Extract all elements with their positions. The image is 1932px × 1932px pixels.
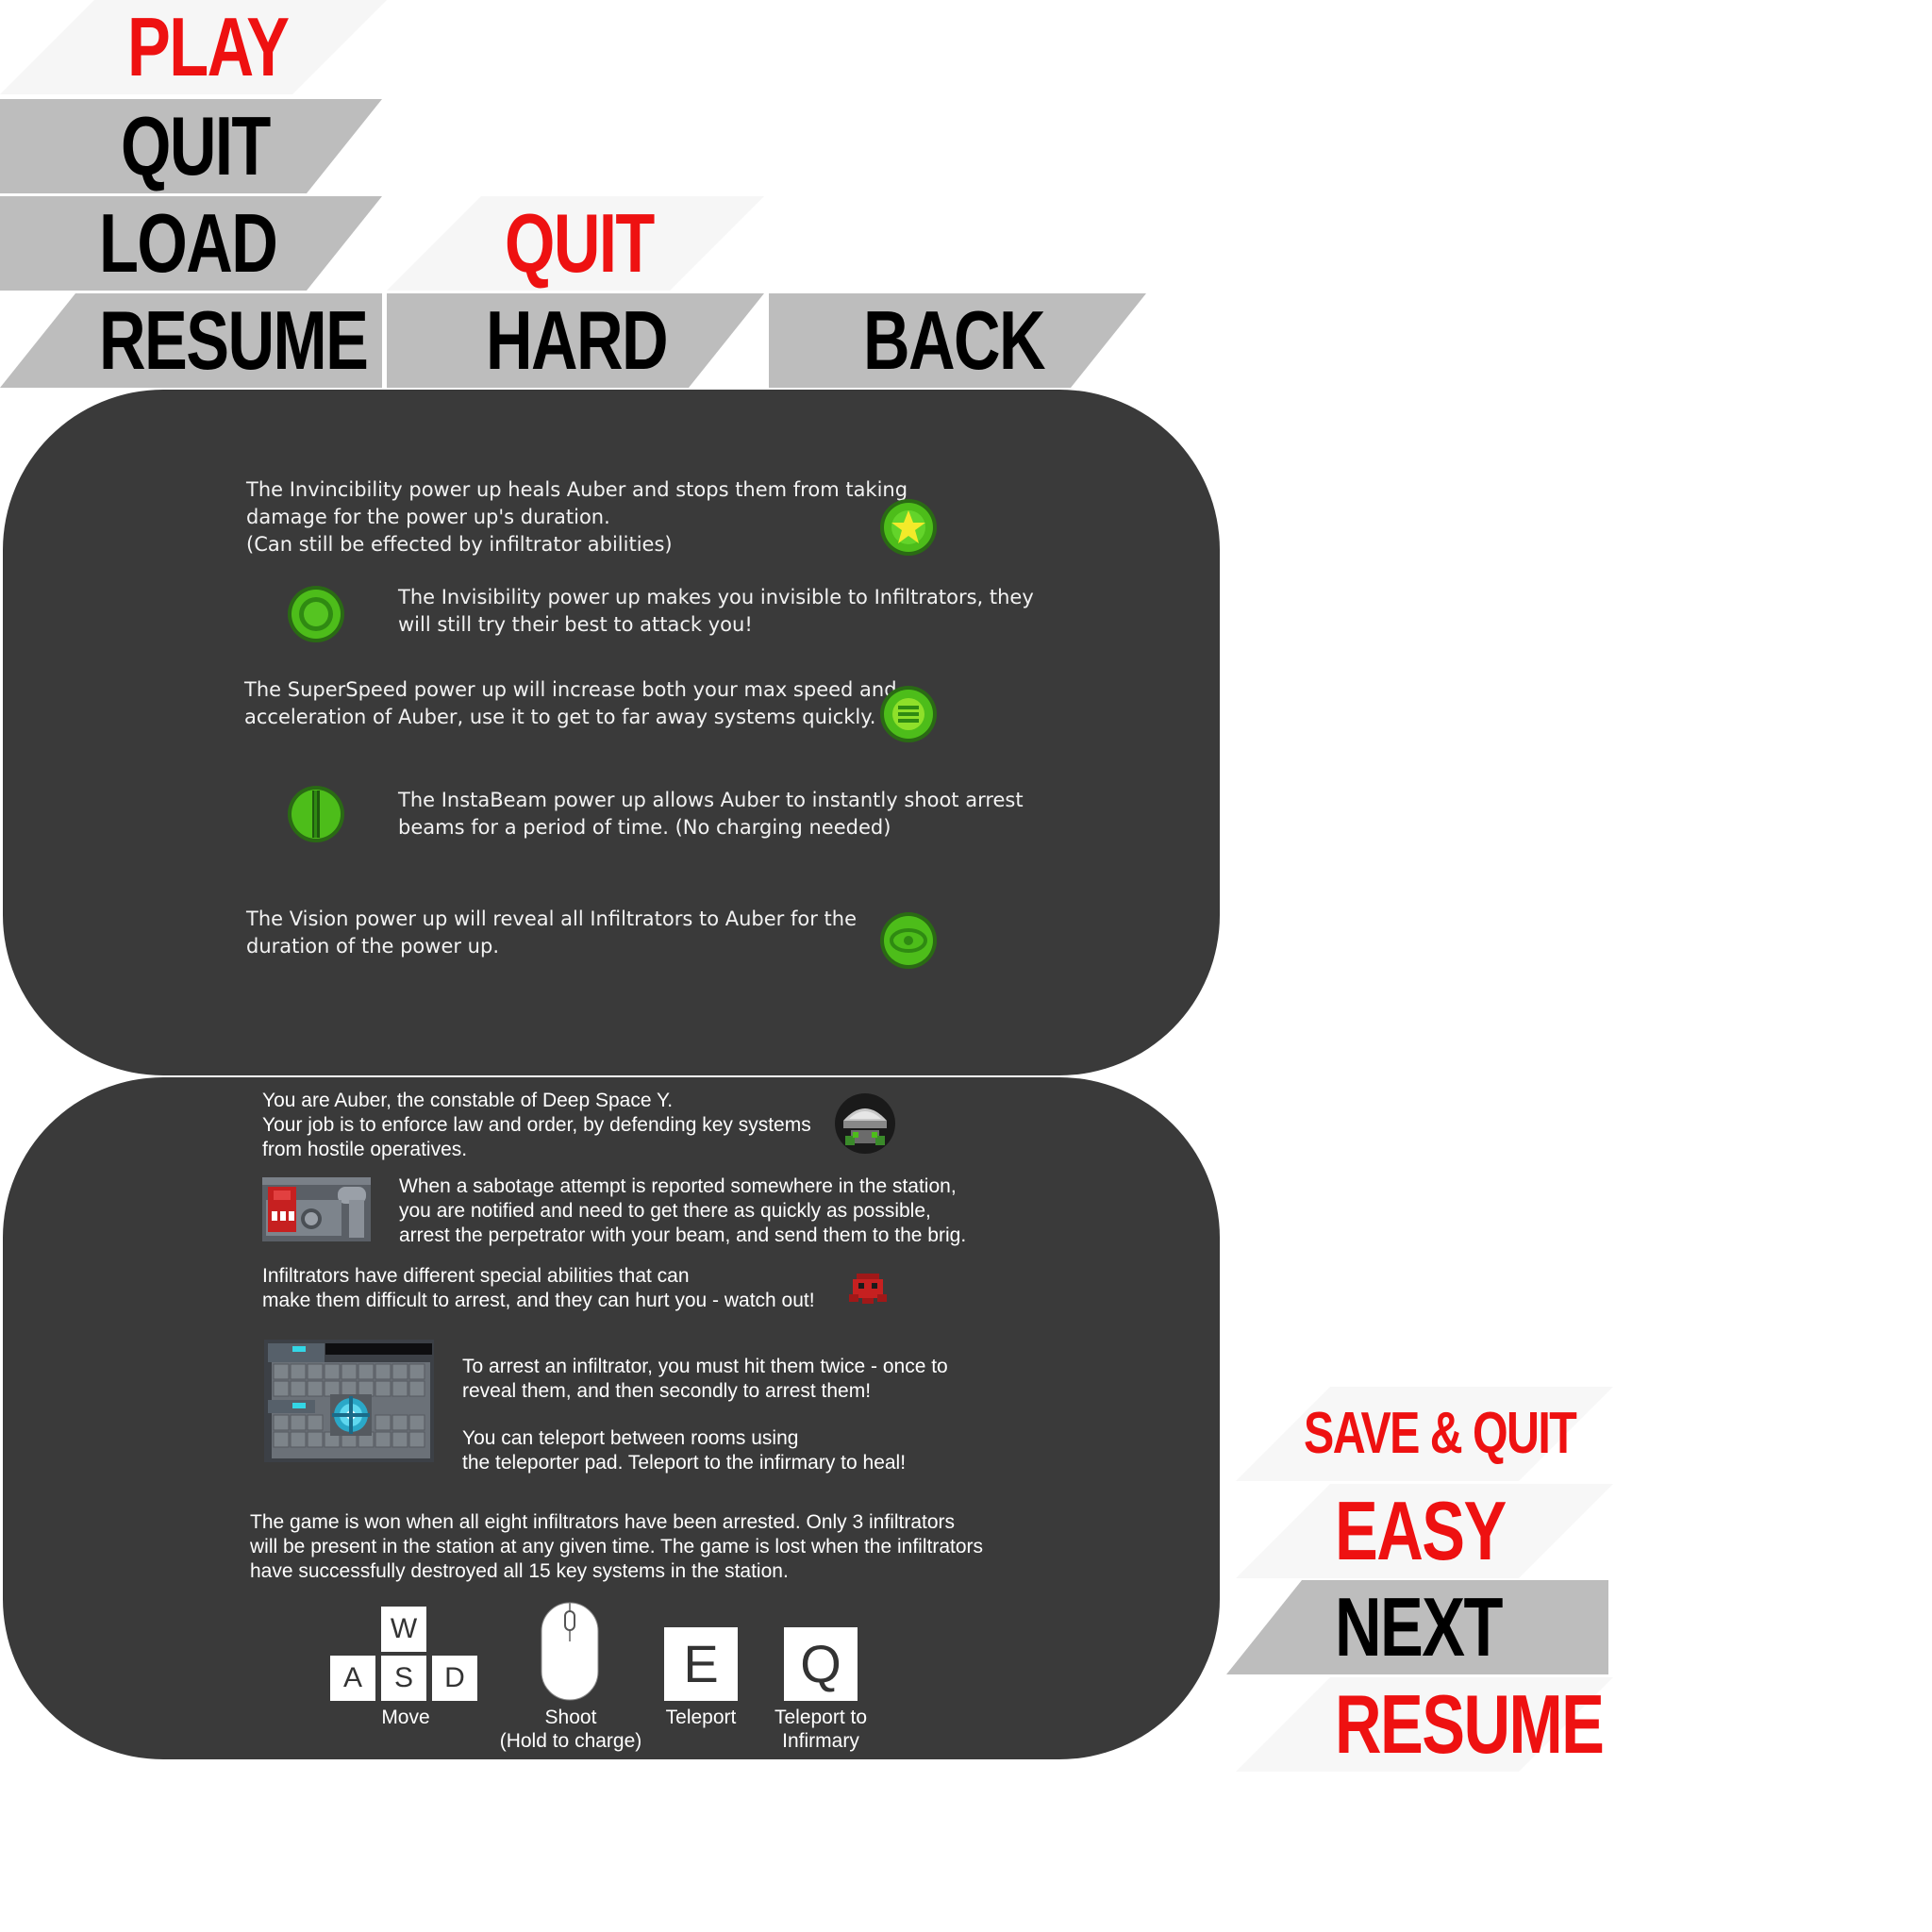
win-condition-text: The game is won when all eight infiltrat…	[250, 1510, 983, 1584]
vision-description: The Vision power up will reveal all Infi…	[246, 906, 857, 960]
back-label: BACK	[863, 293, 1046, 387]
key-w: W	[381, 1607, 426, 1652]
infirmary-label: Teleport to Infirmary	[755, 1706, 887, 1753]
save-and-quit-button[interactable]: SAVE & QUIT	[1236, 1387, 1613, 1481]
invincibility-line-3: (Can still be effected by infiltrator ab…	[246, 533, 673, 556]
invincibility-line-1: The Invincibility power up heals Auber a…	[246, 478, 908, 501]
quit-label: QUIT	[121, 99, 271, 192]
teleport-line-2: the teleporter pad. Teleport to the infi…	[462, 1452, 907, 1474]
auber-sprite	[835, 1093, 895, 1154]
teleport-line-1: You can teleport between rooms using	[462, 1427, 799, 1449]
intro-line-3: from hostile operatives.	[262, 1139, 468, 1160]
invisibility-description: The Invisibility power up makes you invi…	[398, 584, 1034, 639]
teleport-text: You can teleport between rooms using the…	[462, 1426, 906, 1475]
key-s: S	[381, 1656, 426, 1701]
abilities-line-2: make them difficult to arrest, and they …	[262, 1290, 815, 1311]
shoot-hint-line: (Hold to charge)	[499, 1730, 642, 1752]
instabeam-description: The InstaBeam power up allows Auber to i…	[398, 787, 1024, 841]
invisibility-line-1: The Invisibility power up makes you invi…	[398, 586, 1034, 608]
quit-button-red[interactable]: QUIT	[387, 196, 764, 291]
arrest-line-1: To arrest an infiltrator, you must hit t…	[462, 1356, 948, 1377]
save-and-quit-label: SAVE & QUIT	[1304, 1401, 1577, 1466]
key-q: Q	[784, 1627, 858, 1701]
sabotage-line-3: arrest the perpetrator with your beam, a…	[399, 1224, 967, 1246]
resume-button-red[interactable]: RESUME	[1236, 1677, 1613, 1772]
play-label: PLAY	[127, 0, 290, 93]
resume-button[interactable]: RESUME	[0, 293, 387, 388]
win-line-2: will be present in the station at any gi…	[250, 1536, 984, 1557]
abilities-text: Infiltrators have different special abil…	[262, 1264, 815, 1313]
quit-red-label: QUIT	[505, 196, 655, 290]
back-button[interactable]: BACK	[769, 293, 1156, 388]
sabotage-text: When a sabotage attempt is reported some…	[399, 1174, 966, 1248]
superspeed-line-2: acceleration of Auber, use it to get to …	[244, 706, 876, 728]
superspeed-description: The SuperSpeed power up will increase bo…	[244, 676, 897, 731]
easy-label: EASY	[1335, 1484, 1507, 1577]
lines-powerup-icon	[880, 686, 937, 742]
sabotage-line-2: you are notified and need to get there a…	[399, 1200, 931, 1222]
vision-line-1: The Vision power up will reveal all Infi…	[246, 908, 858, 930]
intro-text: You are Auber, the constable of Deep Spa…	[262, 1089, 811, 1162]
hard-label: HARD	[486, 293, 669, 387]
star-powerup-icon	[880, 499, 937, 556]
easy-button[interactable]: EASY	[1236, 1484, 1613, 1578]
invincibility-description: The Invincibility power up heals Auber a…	[246, 476, 908, 558]
load-label: LOAD	[99, 196, 278, 290]
next-button[interactable]: NEXT	[1226, 1580, 1613, 1674]
shoot-label: Shoot (Hold to charge)	[491, 1706, 651, 1753]
win-line-1: The game is won when all eight infiltrat…	[250, 1511, 956, 1533]
invincibility-line-2: damage for the power up's duration.	[246, 506, 610, 528]
key-a: A	[330, 1656, 375, 1701]
move-label: Move	[381, 1707, 430, 1728]
key-d: D	[432, 1656, 477, 1701]
superspeed-line-1: The SuperSpeed power up will increase bo…	[244, 678, 897, 701]
arrest-text: To arrest an infiltrator, you must hit t…	[462, 1355, 948, 1404]
next-label: NEXT	[1335, 1580, 1503, 1674]
invisibility-line-2: will still try their best to attack you!	[398, 613, 753, 636]
teleporter-room-sprite	[264, 1340, 434, 1462]
infiltrator-sprite	[849, 1274, 887, 1304]
resume-red-label: RESUME	[1335, 1677, 1605, 1771]
vision-line-2: duration of the power up.	[246, 935, 499, 958]
instabeam-line-1: The InstaBeam power up allows Auber to i…	[398, 789, 1024, 811]
abilities-line-1: Infiltrators have different special abil…	[262, 1265, 690, 1287]
mouse-icon	[541, 1602, 599, 1701]
play-button[interactable]: PLAY	[0, 0, 387, 94]
sabotage-sprite	[262, 1177, 371, 1241]
infirmary-line-1: Teleport to	[774, 1707, 868, 1728]
teleport-label: Teleport	[665, 1707, 737, 1728]
intro-line-1: You are Auber, the constable of Deep Spa…	[262, 1090, 674, 1111]
arrest-line-2: reveal them, and then secondly to arrest…	[462, 1380, 872, 1402]
ring-powerup-icon	[288, 586, 344, 642]
key-e: E	[664, 1627, 738, 1701]
instabeam-line-2: beams for a period of time. (No charging…	[398, 816, 891, 839]
sabotage-line-1: When a sabotage attempt is reported some…	[399, 1175, 957, 1197]
quit-button[interactable]: QUIT	[0, 99, 387, 193]
hard-button[interactable]: HARD	[387, 293, 774, 388]
win-line-3: have successfully destroyed all 15 key s…	[250, 1560, 789, 1582]
beam-powerup-icon	[288, 786, 344, 842]
shoot-label-line: Shoot	[544, 1707, 597, 1728]
resume-label: RESUME	[99, 293, 369, 387]
eye-powerup-icon	[880, 912, 937, 969]
load-button[interactable]: LOAD	[0, 196, 387, 291]
infirmary-line-2: Infirmary	[782, 1730, 859, 1752]
intro-line-2: Your job is to enforce law and order, by…	[262, 1114, 811, 1136]
